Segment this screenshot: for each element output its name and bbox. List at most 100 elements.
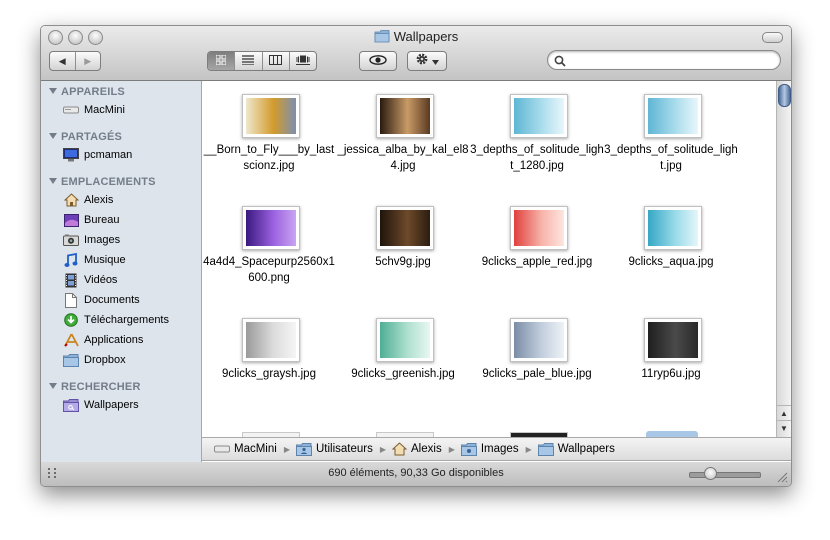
column-view-button[interactable] bbox=[263, 52, 290, 70]
search-input[interactable] bbox=[570, 53, 774, 69]
sidebar-item-documents[interactable]: Documents bbox=[63, 291, 140, 309]
sidebar-section-shared[interactable]: PARTAGÉS bbox=[49, 131, 122, 143]
thumbnail-image bbox=[380, 322, 430, 358]
sidebar-item-telechargements[interactable]: Téléchargements bbox=[63, 311, 169, 329]
path-crumb-macmini[interactable]: MacMini bbox=[214, 443, 277, 455]
forward-button[interactable]: ▶ bbox=[76, 52, 101, 70]
search-icon bbox=[554, 54, 566, 72]
sidebar-item-bureau[interactable]: Bureau bbox=[63, 211, 119, 229]
file-name: _jessica_alba_by_kal_el84.jpg bbox=[337, 144, 469, 172]
icon-size-slider-thumb[interactable] bbox=[704, 467, 717, 480]
disclosure-triangle-icon bbox=[49, 88, 57, 94]
sidebar-item-videos[interactable]: Vidéos bbox=[63, 271, 117, 289]
file-name: 4a4d4_Spacepurp2560x1600.png bbox=[203, 256, 335, 284]
file-name: 11ryp6u.jpg bbox=[641, 368, 701, 380]
file-thumbnail bbox=[644, 94, 702, 138]
file-item[interactable]: __Born_to_Fly___by_lastscionz.jpg bbox=[202, 81, 336, 181]
sidebar: APPAREILS MacMini PARTAGÉS pcmaman EMPLA… bbox=[41, 81, 202, 462]
back-button[interactable]: ◀ bbox=[50, 52, 76, 70]
sidebar-item-images[interactable]: Images bbox=[63, 231, 120, 249]
file-item[interactable]: 9clicks_aqua.jpg bbox=[604, 193, 738, 293]
file-item[interactable]: 11ryp6u.jpg bbox=[604, 305, 738, 405]
file-item[interactable]: 9clicks_greenish.jpg bbox=[336, 305, 470, 405]
path-crumb-utilisateurs[interactable]: Utilisateurs bbox=[295, 442, 373, 456]
path-separator-icon: ▶ bbox=[525, 444, 532, 454]
vertical-scrollbar[interactable]: ▲ ▼ bbox=[776, 81, 791, 437]
disclosure-triangle-icon bbox=[49, 178, 57, 184]
folder-icon bbox=[63, 352, 79, 368]
applications-icon bbox=[63, 332, 79, 348]
sidebar-section-places[interactable]: EMPLACEMENTS bbox=[49, 176, 156, 188]
toolbar-toggle-button[interactable] bbox=[762, 32, 783, 43]
window-title-text: Wallpapers bbox=[393, 29, 459, 44]
column-view-icon bbox=[269, 52, 283, 70]
home-icon bbox=[63, 192, 79, 208]
coverflow-view-button[interactable] bbox=[290, 52, 316, 70]
action-menu-button[interactable] bbox=[407, 51, 447, 71]
gear-icon bbox=[415, 52, 429, 71]
file-thumbnail bbox=[510, 94, 568, 138]
icon-view-button[interactable] bbox=[208, 52, 236, 70]
drive-icon bbox=[214, 444, 230, 454]
file-thumbnail bbox=[510, 318, 568, 362]
file-name: __Born_to_Fly___by_lastscionz.jpg bbox=[203, 144, 335, 172]
list-view-button[interactable] bbox=[235, 52, 263, 70]
monitor-icon bbox=[63, 147, 79, 163]
sidebar-item-alexis[interactable]: Alexis bbox=[63, 191, 113, 209]
path-separator-icon: ▶ bbox=[283, 444, 290, 454]
finder-window: Wallpapers ◀ ▶ APPAREILS MacMini PARTAGÉ… bbox=[40, 25, 792, 487]
thumbnail-image bbox=[648, 322, 698, 358]
file-name: 9clicks_graysh.jpg bbox=[222, 368, 316, 380]
file-name: 5chv9g.jpg bbox=[375, 256, 431, 268]
file-thumbnail bbox=[644, 206, 702, 250]
quicklook-button[interactable] bbox=[359, 51, 397, 71]
desktop-icon bbox=[63, 212, 79, 228]
sidebar-section-search[interactable]: RECHERCHER bbox=[49, 381, 141, 393]
sidebar-item-wallpapers[interactable]: Wallpapers bbox=[63, 396, 139, 414]
home-icon bbox=[392, 442, 408, 456]
sidebar-item-musique[interactable]: Musique bbox=[63, 251, 126, 269]
thumbnail-image bbox=[246, 322, 296, 358]
path-crumb-images[interactable]: Images bbox=[460, 442, 519, 456]
sidebar-item-macmini[interactable]: MacMini bbox=[63, 101, 125, 119]
sidebar-section-devices[interactable]: APPAREILS bbox=[49, 86, 125, 98]
window-resize-grip-icon[interactable] bbox=[776, 471, 788, 486]
path-crumb-alexis[interactable]: Alexis bbox=[392, 442, 442, 456]
file-item[interactable]: 9clicks_apple_red.jpg bbox=[470, 193, 604, 293]
file-thumbnail bbox=[242, 318, 300, 362]
search-field[interactable] bbox=[547, 50, 781, 70]
file-item[interactable]: 3_depths_of_solitude_light_1280.jpg bbox=[470, 81, 604, 181]
toolbar: Wallpapers ◀ ▶ bbox=[41, 26, 791, 81]
file-item[interactable]: 9clicks_graysh.jpg bbox=[202, 305, 336, 405]
scroll-up-arrow[interactable]: ▲ bbox=[777, 405, 791, 420]
file-icon-grid: __Born_to_Fly___by_lastscionz.jpg _jessic… bbox=[202, 81, 776, 437]
sidebar-item-dropbox[interactable]: Dropbox bbox=[63, 351, 126, 369]
icon-size-slider-track[interactable] bbox=[689, 472, 761, 478]
thumbnail-image bbox=[246, 210, 296, 246]
file-item[interactable]: _jessica_alba_by_kal_el84.jpg bbox=[336, 81, 470, 181]
disclosure-triangle-icon bbox=[49, 133, 57, 139]
file-name: 9clicks_pale_blue.jpg bbox=[482, 368, 592, 380]
file-item[interactable]: 5chv9g.jpg bbox=[336, 193, 470, 293]
file-thumbnail bbox=[644, 318, 702, 362]
sidebar-item-applications[interactable]: Applications bbox=[63, 331, 143, 349]
sidebar-item-pcmaman[interactable]: pcmaman bbox=[63, 146, 132, 164]
path-bar: MacMini ▶ Utilisateurs ▶ Alexis ▶ Images… bbox=[202, 437, 791, 461]
back-forward-control: ◀ ▶ bbox=[49, 51, 101, 71]
camera-icon bbox=[63, 232, 79, 248]
coverflow-view-icon bbox=[295, 52, 310, 70]
thumbnail-image bbox=[514, 98, 564, 134]
file-thumbnail bbox=[376, 318, 434, 362]
file-item[interactable]: 4a4d4_Spacepurp2560x1600.png bbox=[202, 193, 336, 293]
file-item[interactable]: 3_depths_of_solitude_light.jpg bbox=[604, 81, 738, 181]
film-icon bbox=[63, 272, 79, 288]
users-folder-icon bbox=[295, 442, 312, 456]
view-mode-control bbox=[207, 51, 317, 71]
file-item[interactable]: 9clicks_pale_blue.jpg bbox=[470, 305, 604, 405]
disclosure-triangle-icon bbox=[49, 383, 57, 389]
scroll-down-arrow[interactable]: ▼ bbox=[777, 420, 791, 435]
scrollbar-knob[interactable] bbox=[778, 84, 791, 107]
path-crumb-wallpapers[interactable]: Wallpapers bbox=[537, 442, 615, 456]
music-icon bbox=[63, 252, 79, 268]
file-name: 3_depths_of_solitude_light.jpg bbox=[604, 144, 738, 172]
